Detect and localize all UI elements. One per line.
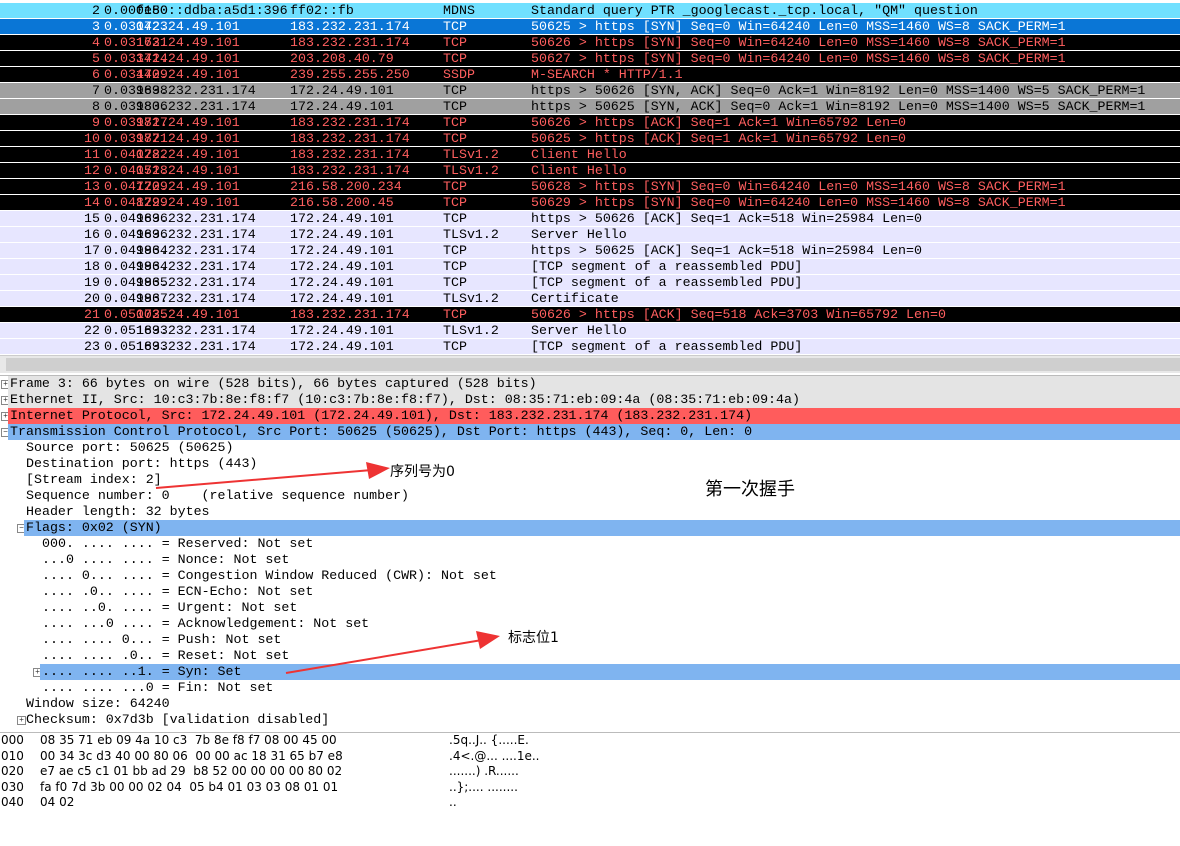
arrow-flag [285, 639, 483, 674]
annotation-handshake-title: 第一次握手 [705, 479, 795, 500]
arrowhead-seq [366, 462, 390, 479]
annotation-arrows [155, 462, 500, 674]
annotation-flag-note: 标志位1 [508, 630, 559, 646]
annotation-seq-note: 序列号为0 [390, 464, 455, 480]
arrowhead-flag [476, 631, 500, 649]
arrow-seq [155, 469, 373, 489]
